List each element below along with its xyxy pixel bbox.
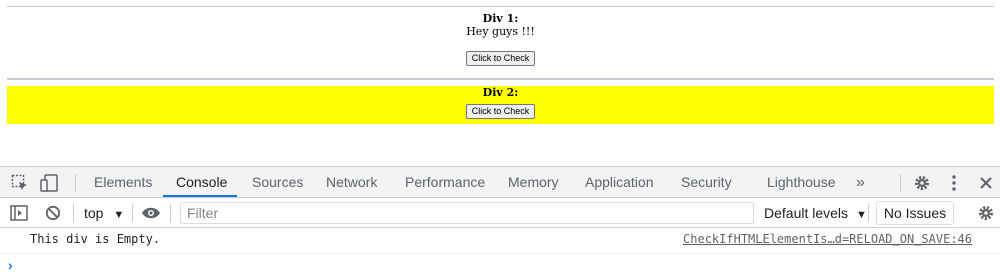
tab-elements[interactable]: Elements [94, 167, 152, 198]
div-2-label: Div 2: [482, 86, 519, 99]
eye-icon[interactable] [141, 203, 161, 223]
tab-memory[interactable]: Memory [508, 167, 559, 198]
more-tabs-button[interactable]: » [856, 167, 865, 198]
sidebar-toggle-icon[interactable] [9, 203, 29, 223]
div-1-text: Hey guys !!! [466, 25, 535, 38]
console-message-source-link[interactable]: CheckIfHTMLElementIs…d=RELOAD_ON_SAVE:46 [683, 232, 972, 246]
filter-input[interactable]: Filter [180, 202, 754, 224]
tab-console[interactable]: Console [176, 167, 227, 198]
toolbar-divider-4 [868, 204, 869, 222]
log-levels-label: Default levels [764, 205, 849, 221]
dropdown-arrow-icon: ▼ [855, 209, 867, 221]
toolbar-divider [73, 204, 74, 222]
console-toolbar: top ▼ Filter Default levels ▼ No Issues [0, 198, 1000, 228]
tabbar-divider-right [900, 174, 901, 192]
device-toolbar-icon[interactable] [40, 173, 60, 193]
div-1-label: Div 1: [482, 12, 519, 25]
console-prompt-icon[interactable]: › [8, 257, 13, 273]
div-2: Div 2: Click to Check [7, 86, 994, 124]
settings-gear-icon[interactable] [912, 173, 932, 193]
tab-lighthouse[interactable]: Lighthouse [767, 167, 836, 198]
tab-security[interactable]: Security [681, 167, 732, 198]
devtools-panel: Elements Console Sources Network Perform… [0, 166, 1000, 274]
middle-divider [7, 78, 994, 80]
issues-button[interactable]: No Issues [876, 201, 954, 225]
div-2-check-button[interactable]: Click to Check [465, 104, 536, 119]
console-settings-gear-icon[interactable] [976, 203, 996, 223]
tabbar-divider [75, 174, 76, 192]
kebab-menu-icon[interactable] [944, 173, 964, 193]
div-1: Div 1: Hey guys !!! Click to Check [7, 13, 994, 66]
dropdown-arrow-icon: ▼ [113, 209, 125, 221]
tab-performance[interactable]: Performance [405, 167, 485, 198]
log-levels-dropdown[interactable]: Default levels ▼ [764, 202, 867, 224]
devtools-tabbar: Elements Console Sources Network Perform… [0, 166, 1000, 198]
toolbar-divider-3 [170, 204, 171, 222]
console-message-row: This div is Empty. CheckIfHTMLElementIs…… [0, 228, 1000, 254]
top-divider [7, 6, 994, 7]
close-icon[interactable] [976, 173, 996, 193]
context-selector[interactable]: top ▼ [84, 202, 124, 224]
tab-application[interactable]: Application [585, 167, 654, 198]
div-1-check-button[interactable]: Click to Check [465, 51, 536, 66]
active-tab-indicator [163, 195, 237, 197]
tab-sources[interactable]: Sources [252, 167, 303, 198]
toolbar-divider-2 [132, 204, 133, 222]
tab-network[interactable]: Network [326, 167, 377, 198]
context-selector-value: top [84, 205, 104, 221]
inspect-element-icon[interactable] [10, 173, 30, 193]
console-message-text: This div is Empty. [30, 232, 161, 246]
clear-console-icon[interactable] [43, 203, 63, 223]
